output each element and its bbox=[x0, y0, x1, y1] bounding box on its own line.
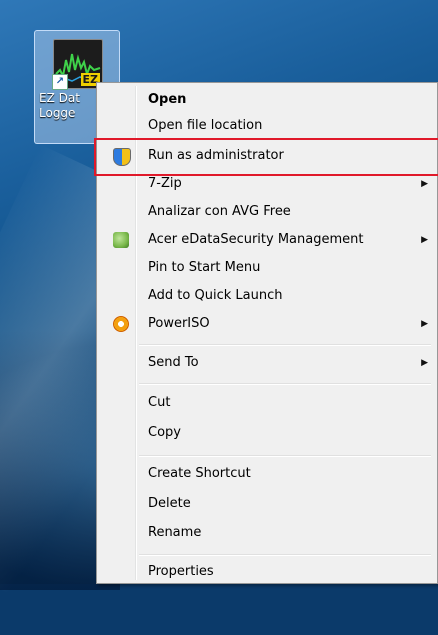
menu-separator bbox=[139, 383, 431, 384]
menu-item-cut[interactable]: Cut bbox=[100, 390, 434, 416]
menu-item-add-to-quick-launch[interactable]: Add to Quick Launch bbox=[100, 283, 434, 309]
menu-item-properties[interactable]: Properties bbox=[100, 559, 434, 585]
menu-item-send-to[interactable]: Send To ▶ bbox=[100, 350, 434, 376]
submenu-arrow-icon: ▶ bbox=[421, 235, 428, 245]
acer-edatasecurity-icon bbox=[113, 232, 129, 248]
submenu-arrow-icon: ▶ bbox=[421, 358, 428, 368]
menu-item-acer-edatasecurity[interactable]: Acer eDataSecurity Management ▶ bbox=[100, 227, 434, 253]
menu-item-pin-to-start-menu[interactable]: Pin to Start Menu bbox=[100, 255, 434, 281]
menu-separator bbox=[139, 455, 431, 456]
menu-item-create-shortcut[interactable]: Create Shortcut bbox=[100, 461, 434, 487]
menu-separator bbox=[139, 554, 431, 555]
menu-item-poweriso[interactable]: PowerISO ▶ bbox=[100, 311, 434, 337]
menu-item-analizar-avg[interactable]: Analizar con AVG Free bbox=[100, 199, 434, 225]
menu-item-delete[interactable]: Delete bbox=[100, 491, 434, 517]
submenu-arrow-icon: ▶ bbox=[421, 319, 428, 329]
menu-item-rename[interactable]: Rename bbox=[100, 520, 434, 546]
red-highlight-box bbox=[94, 138, 438, 176]
menu-separator bbox=[139, 344, 431, 345]
menu-item-open-file-location[interactable]: Open file location bbox=[100, 113, 434, 139]
poweriso-icon bbox=[113, 316, 129, 332]
shortcut-arrow-icon: ↗ bbox=[52, 74, 68, 90]
menu-item-open[interactable]: Open bbox=[100, 87, 434, 113]
menu-item-copy[interactable]: Copy bbox=[100, 420, 434, 446]
